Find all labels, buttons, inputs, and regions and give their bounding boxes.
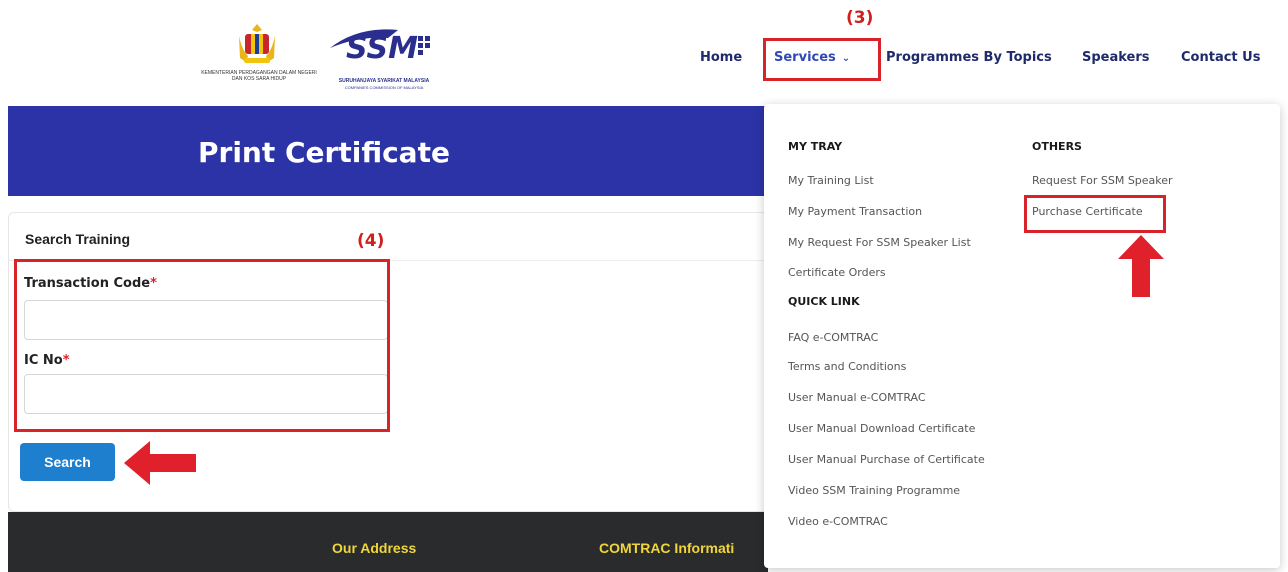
menu-item-request-speaker[interactable]: Request For SSM Speaker xyxy=(1032,174,1173,187)
quick-link-heading: QUICK LINK xyxy=(788,295,860,308)
menu-item-certificate-orders[interactable]: Certificate Orders xyxy=(788,266,886,279)
menu-item-faq[interactable]: FAQ e-COMTRAC xyxy=(788,331,878,344)
red-arrow-up-icon xyxy=(1118,235,1164,297)
ssm-logo-caption: SURUHANJAYA SYARIKAT MALAYSIA xyxy=(338,78,430,84)
highlight-box-services xyxy=(763,38,881,81)
nav-home[interactable]: Home xyxy=(700,50,742,65)
ssm-logo-mark-icon: SSM xyxy=(330,29,430,66)
nav-contact-us[interactable]: Contact Us xyxy=(1181,50,1260,65)
nav-speakers[interactable]: Speakers xyxy=(1082,50,1150,65)
footer-our-address: Our Address xyxy=(332,540,417,556)
card-header: Search Training xyxy=(9,213,767,261)
page-title: Print Certificate xyxy=(198,136,450,169)
services-dropdown-menu: MY TRAY My Training List My Payment Tran… xyxy=(764,104,1280,568)
menu-item-terms[interactable]: Terms and Conditions xyxy=(788,360,906,373)
page-banner: Print Certificate xyxy=(8,106,768,196)
kpdn-logo-caption: KEMENTERIAN PERDAGANGAN DALAM NEGERI DAN… xyxy=(201,70,317,82)
footer-comtrac-information: COMTRAC Informati xyxy=(599,540,735,556)
menu-item-my-training-list[interactable]: My Training List xyxy=(788,174,874,187)
my-tray-heading: MY TRAY xyxy=(788,140,843,153)
others-heading: OTHERS xyxy=(1032,140,1082,153)
annotation-step-3: (3) xyxy=(846,8,874,28)
site-header: KEMENTERIAN PERDAGANGAN DALAM NEGERI DAN… xyxy=(0,0,1288,104)
malaysia-crest-icon xyxy=(239,24,275,63)
menu-item-user-manual-purchase[interactable]: User Manual Purchase of Certificate xyxy=(788,453,985,466)
menu-item-user-manual[interactable]: User Manual e-COMTRAC xyxy=(788,391,926,404)
kpdn-logo[interactable]: KEMENTERIAN PERDAGANGAN DALAM NEGERI DAN… xyxy=(196,22,322,92)
annotation-step-4: (4) xyxy=(357,231,385,251)
menu-item-user-manual-download[interactable]: User Manual Download Certificate xyxy=(788,422,975,435)
search-button[interactable]: Search xyxy=(20,443,115,481)
highlight-box-purchase-certificate xyxy=(1024,195,1166,233)
highlight-box-search-form xyxy=(14,259,390,432)
page: KEMENTERIAN PERDAGANGAN DALAM NEGERI DAN… xyxy=(0,0,1288,572)
ssm-logo[interactable]: SSM SURUHANJAYA SYARIKAT MALAYSIA COMPAN… xyxy=(322,18,442,92)
site-footer: Our Address COMTRAC Informati xyxy=(8,512,768,572)
menu-item-video-training[interactable]: Video SSM Training Programme xyxy=(788,484,960,497)
ssm-logo-subcaption: COMPANIES COMMISSION OF MALAYSIA xyxy=(344,85,424,90)
menu-item-video-ecomtrac[interactable]: Video e-COMTRAC xyxy=(788,515,888,528)
menu-item-my-payment-transaction[interactable]: My Payment Transaction xyxy=(788,205,922,218)
svg-text:SSM: SSM xyxy=(346,31,418,66)
section-title: Search Training xyxy=(25,231,131,247)
red-arrow-left-icon xyxy=(124,441,196,485)
nav-programmes-by-topics[interactable]: Programmes By Topics xyxy=(886,50,1052,65)
menu-item-my-request-speaker-list[interactable]: My Request For SSM Speaker List xyxy=(788,236,971,249)
